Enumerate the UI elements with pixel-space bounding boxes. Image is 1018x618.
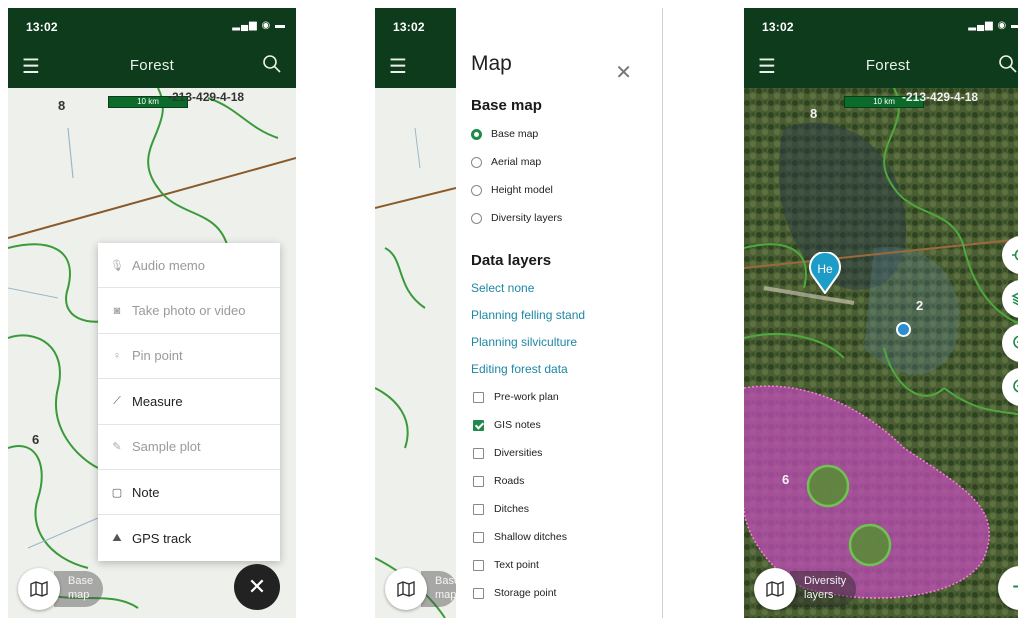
- diversity-layers-button[interactable]: Diversity layers: [754, 568, 884, 610]
- aerial-map-option[interactable]: Aerial map: [471, 152, 541, 172]
- audio-memo-item[interactable]: 🎙 Audio memo: [98, 243, 280, 289]
- gps-track-item[interactable]: ⛰ GPS track: [98, 515, 280, 560]
- pin-point-item[interactable]: ♀ Pin point: [98, 334, 280, 380]
- layers-icon: [1011, 292, 1018, 306]
- app-bar: ☰ Forest: [8, 46, 296, 88]
- base-map-button[interactable]: Basemap: [385, 568, 457, 610]
- zoom-out-icon: [1013, 379, 1018, 393]
- pencil-icon: ✎: [112, 441, 122, 454]
- radio-icon: [471, 184, 482, 196]
- pin-label: He: [817, 262, 833, 276]
- radio-icon: [471, 212, 482, 224]
- microphone-icon: 🎙: [110, 259, 124, 272]
- stand-id-label: -213-429-4-18: [902, 90, 979, 104]
- map-layers-panel: Map ✕ Base map Base map Aerial map Heigh…: [456, 8, 663, 618]
- zoom-in-icon: [1013, 335, 1018, 349]
- checkbox-icon: [473, 391, 484, 403]
- close-panel-icon[interactable]: ✕: [615, 60, 632, 85]
- layer-text-point[interactable]: Text point: [473, 555, 539, 575]
- crosshair-icon: [1012, 249, 1018, 261]
- planning-silviculture-link[interactable]: Planning silviculture: [471, 335, 577, 349]
- checkbox-icon: [473, 447, 484, 459]
- select-none-link[interactable]: Select none: [471, 281, 534, 295]
- compartment-label: 2: [916, 298, 924, 313]
- pin-icon: ♀: [112, 349, 122, 362]
- track-icon: ⛰: [112, 531, 122, 544]
- search-icon[interactable]: [260, 52, 284, 76]
- app-title: Forest: [129, 57, 175, 74]
- map-view[interactable]: [375, 88, 456, 618]
- current-location-dot: [896, 322, 911, 337]
- compartment-label: 8: [810, 106, 818, 121]
- diversity-layers-option[interactable]: Diversity layers: [471, 208, 562, 228]
- close-icon: ✕: [247, 574, 267, 599]
- signal-wifi-battery-icon: ▂▄▆ ◉ ▬: [232, 20, 286, 31]
- status-time: 13:02: [393, 20, 425, 34]
- phone-screen-aerial-map: 13:02 ▂▄▆ ◉ ▬ ☰ Forest 10 km -213-429-4-…: [744, 8, 1018, 618]
- checkbox-icon: [473, 475, 484, 487]
- plus-icon: +: [1012, 571, 1018, 602]
- aerial-map-view[interactable]: [744, 88, 1018, 618]
- base-map-button[interactable]: Basemap: [18, 568, 128, 610]
- map-icon: [766, 580, 784, 598]
- camera-icon: ◙: [113, 304, 121, 317]
- close-menu-button[interactable]: ✕: [234, 564, 280, 610]
- map-icon: [397, 580, 415, 598]
- compartment-label: 8: [58, 98, 66, 113]
- stand-id-label: -213-429-4-18: [168, 90, 245, 104]
- checkbox-checked-icon: [473, 419, 484, 431]
- ruler-icon: ⟋: [113, 394, 121, 407]
- add-action-menu: 🎙 Audio memo ◙ Take photo or video ♀ Pin po…: [98, 243, 280, 561]
- layer-storage-point[interactable]: Storage point: [473, 583, 556, 603]
- status-time: 13:02: [762, 20, 794, 34]
- status-bar: 13:02 ▂▄▆ ◉ ▬: [8, 8, 296, 46]
- checkbox-icon: [473, 587, 484, 599]
- checkbox-icon: [473, 503, 484, 515]
- height-model-option[interactable]: Height model: [471, 180, 553, 200]
- layer-roads[interactable]: Roads: [473, 471, 524, 491]
- signal-wifi-battery-icon: ▂▄▆ ◉ ▬: [968, 20, 1018, 31]
- panel-title: Map: [471, 52, 512, 75]
- measure-item[interactable]: ⟋ Measure: [98, 379, 280, 425]
- status-bar: 13:02 ▂▄▆ ◉ ▬: [744, 8, 1018, 46]
- note-item[interactable]: ▢ Note: [98, 470, 280, 516]
- base-map-heading: Base map: [471, 97, 542, 114]
- note-icon: ▢: [111, 486, 123, 499]
- compartment-label: 6: [782, 472, 790, 487]
- layer-ditches[interactable]: Ditches: [473, 499, 529, 519]
- compartment-label: 6: [32, 432, 40, 447]
- phone-screen-action-menu: 13:02 ▂▄▆ ◉ ▬ ☰ Forest 10 km -213-429-4-…: [8, 8, 296, 618]
- take-photo-item[interactable]: ◙ Take photo or video: [98, 288, 280, 334]
- layer-shallow-ditches[interactable]: Shallow ditches: [473, 527, 567, 547]
- base-map-option[interactable]: Base map: [471, 124, 538, 144]
- status-bar: 13:02: [375, 8, 456, 46]
- phone-screen-map-layers: 13:02 ☰ Basemap Map ✕ Base map Base map …: [375, 8, 663, 618]
- map-icon: [30, 580, 48, 598]
- app-title: Forest: [865, 57, 911, 74]
- base-map-button-label: Basemap: [54, 571, 104, 607]
- data-layers-heading: Data layers: [471, 252, 552, 269]
- radio-icon: [471, 156, 482, 168]
- gis-note-pin[interactable]: He: [808, 251, 842, 295]
- radio-selected-icon: [471, 128, 482, 140]
- checkbox-icon: [473, 531, 484, 543]
- app-bar: ☰: [375, 46, 456, 88]
- sample-plot-item[interactable]: ✎ Sample plot: [98, 425, 280, 470]
- editing-forest-data-link[interactable]: Editing forest data: [471, 362, 568, 376]
- status-time: 13:02: [26, 20, 58, 34]
- layer-gis-notes[interactable]: GIS notes: [473, 415, 541, 435]
- search-icon[interactable]: [996, 52, 1018, 76]
- planning-felling-stand-link[interactable]: Planning felling stand: [471, 308, 585, 322]
- layer-pre-work-plan[interactable]: Pre-work plan: [473, 387, 559, 407]
- hamburger-menu-icon[interactable]: ☰: [389, 54, 407, 79]
- app-bar: ☰ Forest: [744, 46, 1018, 88]
- diversity-layers-button-label: Diversity layers: [790, 571, 857, 607]
- layer-diversities[interactable]: Diversities: [473, 443, 542, 463]
- checkbox-icon: [473, 559, 484, 571]
